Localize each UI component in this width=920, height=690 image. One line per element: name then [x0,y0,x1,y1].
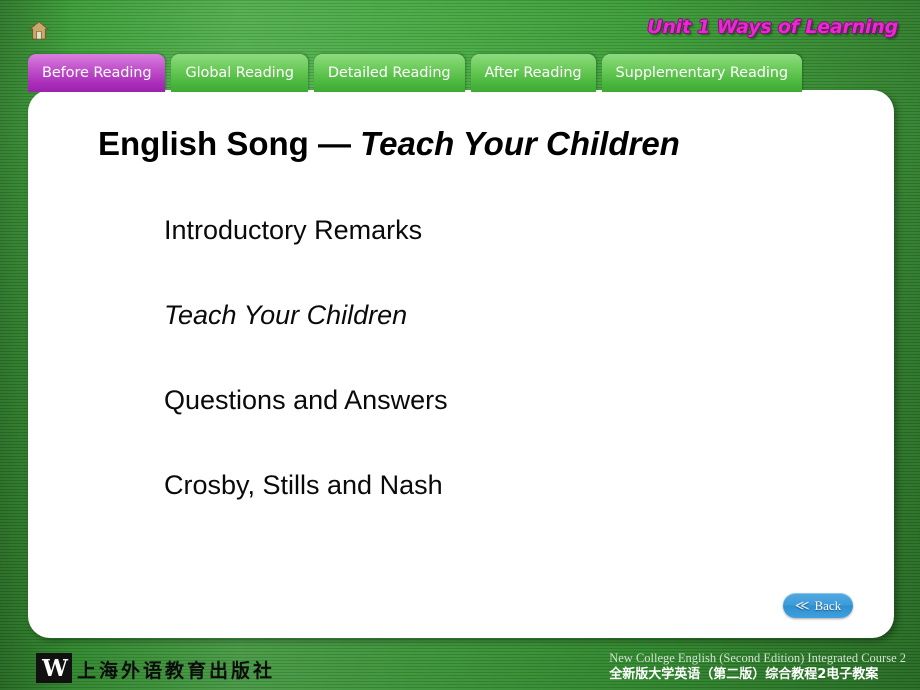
double-chevron-left-icon: ≪ [794,597,810,614]
footer-course-info: New College English (Second Edition) Int… [609,651,906,684]
header-bar: Unit 1 Ways of Learning [0,0,920,52]
footer-course-title-zh: 全新版大学英语（第二版）综合教程2电子教案 [609,667,879,683]
publisher-name: 上海外语教育出版社 [77,660,276,683]
page-title-plain: English Song — [98,125,361,162]
tab-global-reading[interactable]: Global Reading [171,54,308,92]
page-title: English Song — Teach Your Children [98,125,680,163]
home-icon[interactable] [28,20,50,40]
tab-bar: Before Reading Global Reading Detailed R… [28,54,802,92]
menu-item-label: Questions and Answers [164,384,448,415]
menu-item-label: Teach Your Children [164,299,408,330]
publisher-logo: W 上海外语教育出版社 [36,653,275,683]
unit-title: Unit 1 Ways of Learning [647,16,898,38]
tab-after-reading[interactable]: After Reading [470,54,596,92]
footer-bar: W 上海外语教育出版社 New College English (Second … [0,638,920,690]
menu-item-questions-and-answers[interactable]: Questions and Answers [133,375,765,425]
tab-supplementary-reading[interactable]: Supplementary Reading [601,54,802,92]
menu-item-crosby-stills-and-nash[interactable]: Crosby, Stills and Nash [133,460,765,510]
content-panel: English Song — Teach Your Children Intro… [28,90,894,638]
menu-item-introductory-remarks[interactable]: Introductory Remarks [133,205,765,255]
footer-course-title-en: New College English (Second Edition) Int… [609,651,906,666]
tab-label: Supplementary Reading [615,65,789,81]
slide-stage: Unit 1 Ways of Learning Before Reading G… [0,0,920,690]
tab-before-reading[interactable]: Before Reading [28,54,166,92]
tab-label: After Reading [484,65,582,81]
page-title-italic: Teach Your Children [360,125,680,162]
menu-item-label: Crosby, Stills and Nash [164,469,443,500]
tab-label: Before Reading [42,65,152,81]
tab-label: Detailed Reading [327,65,451,81]
menu-item-teach-your-children[interactable]: Teach Your Children [133,290,765,340]
publisher-logo-letter: W [42,654,68,682]
back-button-label: Back [814,597,842,613]
publisher-logo-mark: W [36,653,72,683]
menu-item-label: Introductory Remarks [164,214,423,245]
tab-detailed-reading[interactable]: Detailed Reading [313,54,465,92]
tab-label: Global Reading [185,65,294,81]
back-button[interactable]: ≪ Back [783,593,853,618]
menu-list: Introductory Remarks Teach Your Children… [133,205,765,510]
